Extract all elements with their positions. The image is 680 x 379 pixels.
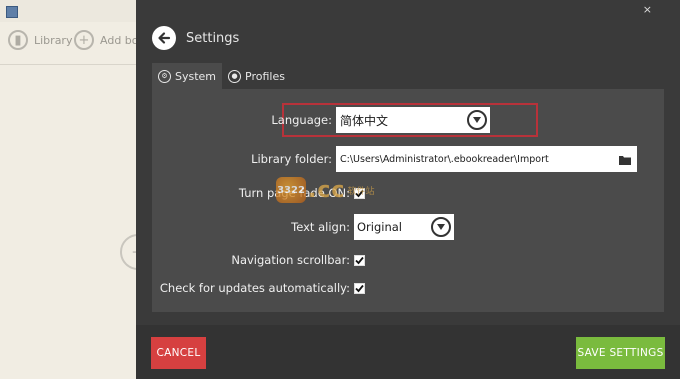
turn-page-fade-checkbox[interactable] (354, 187, 365, 199)
check-updates-row: Check for updates automatically: (152, 281, 365, 295)
tab-profiles[interactable]: ● Profiles (222, 63, 291, 89)
check-updates-checkbox[interactable] (354, 282, 365, 294)
turn-page-fade-row: Turn page fade ON: (152, 186, 365, 200)
tab-system-label: System (175, 69, 217, 83)
app-window-icon (6, 6, 18, 18)
language-value: 简体中文 (340, 113, 389, 128)
navigation-scrollbar-label: Navigation scrollbar: (231, 253, 350, 267)
cancel-button[interactable]: CANCEL (151, 337, 206, 369)
tab-system[interactable]: ⚙ System (152, 63, 223, 89)
folder-icon[interactable] (619, 150, 631, 169)
back-arrow-icon[interactable] (152, 26, 176, 50)
language-label: Language: (271, 113, 332, 127)
text-align-label: Text align: (291, 220, 350, 234)
turn-page-fade-label: Turn page fade ON: (238, 186, 350, 200)
chevron-down-icon (467, 110, 487, 130)
add-icon: + (74, 30, 94, 50)
settings-tabs: ⚙ System ● Profiles (152, 63, 291, 89)
text-align-row: Text align: Original (152, 214, 454, 240)
library-icon: ▮ (8, 30, 28, 50)
chevron-down-icon (431, 217, 451, 237)
navigation-scrollbar-checkbox[interactable] (354, 254, 365, 266)
add-books-tool-button[interactable]: + Add bo (74, 30, 139, 50)
text-align-select[interactable]: Original (354, 214, 454, 240)
language-row: Language: 简体中文 (152, 107, 490, 133)
library-folder-row: Library folder: C:\Users\Administrator\.… (152, 146, 637, 172)
add-books-label: Add bo (100, 33, 139, 47)
user-icon: ● (228, 69, 242, 83)
library-folder-value: C:\Users\Administrator\.ebookreader\Impo… (340, 153, 549, 165)
library-folder-input[interactable]: C:\Users\Administrator\.ebookreader\Impo… (336, 146, 637, 172)
dialog-footer: CANCEL SAVE SETTINGS (136, 325, 680, 379)
library-tool-button[interactable]: ▮ Library (8, 30, 72, 50)
dialog-title: Settings (186, 30, 240, 46)
library-label: Library (34, 33, 73, 47)
navigation-scrollbar-row: Navigation scrollbar: (152, 253, 365, 267)
system-settings-panel: Language: 简体中文 Library folder: C:\Users\… (152, 89, 664, 312)
settings-dialog: × Settings ⚙ System ● Profiles Language:… (136, 0, 680, 379)
dialog-header: Settings (152, 26, 239, 50)
gears-icon: ⚙ (158, 69, 171, 83)
save-settings-button[interactable]: SAVE SETTINGS (576, 337, 665, 369)
language-select[interactable]: 简体中文 (336, 107, 490, 133)
check-updates-label: Check for updates automatically: (159, 281, 350, 295)
toolbar-divider (0, 64, 136, 65)
library-folder-label: Library folder: (251, 152, 332, 166)
tab-profiles-label: Profiles (245, 69, 285, 83)
text-align-value: Original (357, 220, 403, 234)
close-icon[interactable]: × (643, 3, 652, 16)
